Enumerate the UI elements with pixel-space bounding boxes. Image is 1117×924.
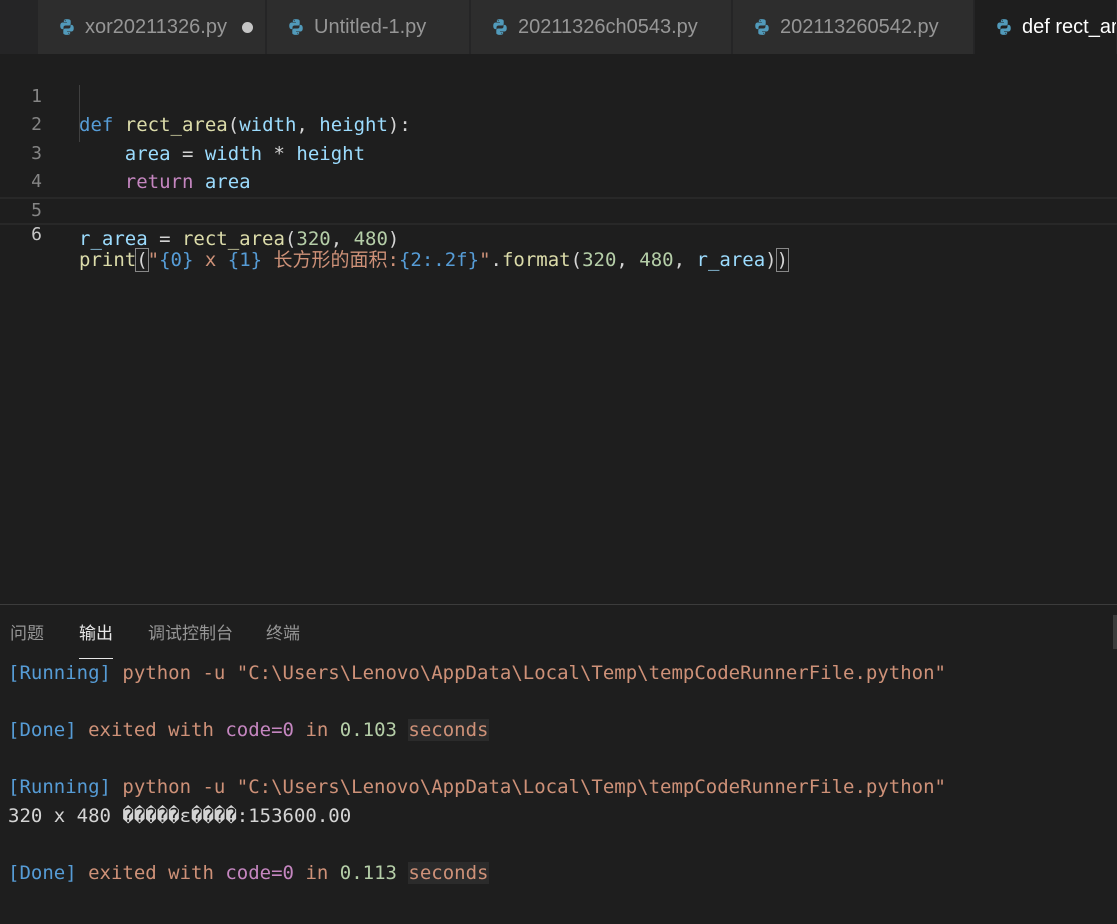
code-editor[interactable]: 1 def rect_area(width, height): 2 area =… <box>0 54 1117 604</box>
tab-xor20211326[interactable]: xor20211326.py <box>38 0 266 54</box>
code-line-5[interactable]: 5 r_area = rect_area(320, 480) <box>0 168 1117 251</box>
code-line-6-current[interactable]: 6 print("{0} x {1} 长方形的面积:{2:.2f}".forma… <box>0 196 1117 272</box>
tab-label: xor20211326.py <box>85 15 227 38</box>
tab-label: def rect_area <box>1022 15 1117 38</box>
tab-output[interactable]: 输出 <box>79 605 113 659</box>
editor-tab-bar: xor20211326.py Untitled-1.py 20211326ch0… <box>0 0 1117 54</box>
code-line-1[interactable]: 1 def rect_area(width, height): <box>0 54 1117 137</box>
tab-label: 202113260542.py <box>780 15 939 38</box>
code-line-2[interactable]: 2 area = width * height <box>0 83 1117 165</box>
panel-scrollbar[interactable] <box>1113 615 1117 649</box>
tab-20211326ch0543[interactable]: 20211326ch0543.py <box>471 0 732 54</box>
bottom-panel: 问题 输出 调试控制台 终端 [Running] python -u "C:\U… <box>0 604 1117 924</box>
output-line-running: [Running] python -u "C:\Users\Lenovo\App… <box>8 662 946 684</box>
line-number: 6 <box>31 224 42 245</box>
tab-terminal[interactable]: 终端 <box>266 605 300 659</box>
python-icon <box>289 19 303 35</box>
tab-label: Untitled-1.py <box>314 15 427 38</box>
unsaved-dot-icon[interactable] <box>241 21 253 33</box>
python-icon <box>997 19 1011 35</box>
tab-def-rect-area[interactable]: def rect_area <box>975 0 1117 54</box>
code-line-4[interactable]: 4 <box>0 140 1117 192</box>
output-line-done: [Done] exited with code=0 in 0.103 secon… <box>8 719 489 741</box>
panel-tab-bar: 问题 输出 调试控制台 终端 <box>0 605 1117 659</box>
output-line-running: [Running] python -u "C:\Users\Lenovo\App… <box>8 776 946 798</box>
python-icon <box>60 19 74 35</box>
tab-untitled-1[interactable]: Untitled-1.py <box>267 0 470 54</box>
code-text: print("{0} x {1} 长方形的面积:{2:.2f}".format(… <box>79 247 790 272</box>
tab-202113260542[interactable]: 202113260542.py <box>733 0 974 54</box>
tab-debug-console[interactable]: 调试控制台 <box>148 605 233 659</box>
tab-problems[interactable]: 问题 <box>10 605 44 659</box>
python-icon <box>755 19 769 35</box>
output-line-result: 320 x 480 �����ε����:153600.00 <box>8 804 352 827</box>
python-icon <box>493 19 507 35</box>
tab-label: 20211326ch0543.py <box>518 15 698 38</box>
output-line-done: [Done] exited with code=0 in 0.113 secon… <box>8 862 489 884</box>
code-line-3[interactable]: 3 return area <box>0 111 1117 194</box>
